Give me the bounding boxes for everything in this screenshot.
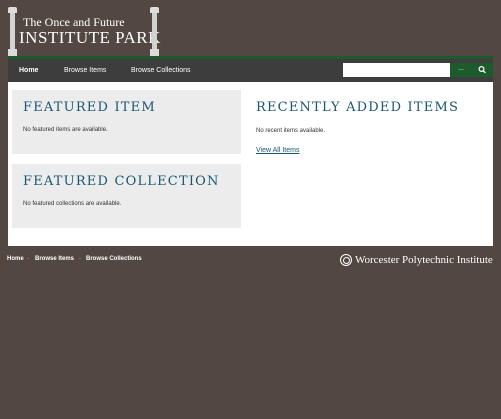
main-navigation: Home Browse Items Browse Collections ...: [8, 56, 493, 82]
featured-item-section: FEATURED ITEM No featured items are avai…: [12, 90, 241, 154]
wpi-logo[interactable]: Worcester Polytechnic Institute: [340, 253, 495, 269]
column-left-icon: [8, 7, 17, 56]
advanced-search-button[interactable]: ...: [450, 63, 472, 77]
nav-item-home[interactable]: Home: [19, 67, 38, 74]
site-header: The Once and Future INSTITUTE PARK: [0, 0, 501, 56]
search-submit-button[interactable]: [472, 63, 493, 77]
footer-link-browse-items[interactable]: Browse Items: [35, 256, 74, 262]
footer-separator: ·: [79, 256, 81, 262]
search-input[interactable]: [343, 63, 450, 77]
recent-items-message: No recent items available.: [256, 128, 326, 134]
wpi-name: Worcester Polytechnic Institute: [355, 254, 493, 266]
view-all-items-link[interactable]: View All Items: [256, 147, 299, 154]
featured-collection-message: No featured collections are available.: [23, 201, 122, 207]
main-content: FEATURED ITEM No featured items are avai…: [8, 82, 493, 246]
footer-link-home[interactable]: Home: [7, 256, 24, 262]
wpi-seal-icon: [340, 254, 352, 266]
site-title-line2: INSTITUTE PARK: [19, 28, 161, 47]
footer-separator: ·: [27, 256, 29, 262]
footer-link-browse-collections[interactable]: Browse Collections: [86, 256, 142, 262]
nav-item-browse-items[interactable]: Browse Items: [64, 67, 106, 74]
recent-items-section: RECENTLY ADDED ITEMS No recent items ava…: [245, 90, 485, 230]
featured-item-message: No featured items are available.: [23, 127, 108, 133]
recent-items-heading: RECENTLY ADDED ITEMS: [256, 100, 460, 115]
search-icon: [478, 65, 486, 74]
featured-collection-heading: FEATURED COLLECTION: [23, 174, 220, 189]
column-right-icon: [150, 7, 159, 56]
featured-item-heading: FEATURED ITEM: [23, 100, 156, 115]
nav-item-browse-collections[interactable]: Browse Collections: [131, 67, 191, 74]
site-logo[interactable]: The Once and Future INSTITUTE PARK: [8, 7, 161, 56]
featured-collection-section: FEATURED COLLECTION No featured collecti…: [12, 164, 241, 228]
